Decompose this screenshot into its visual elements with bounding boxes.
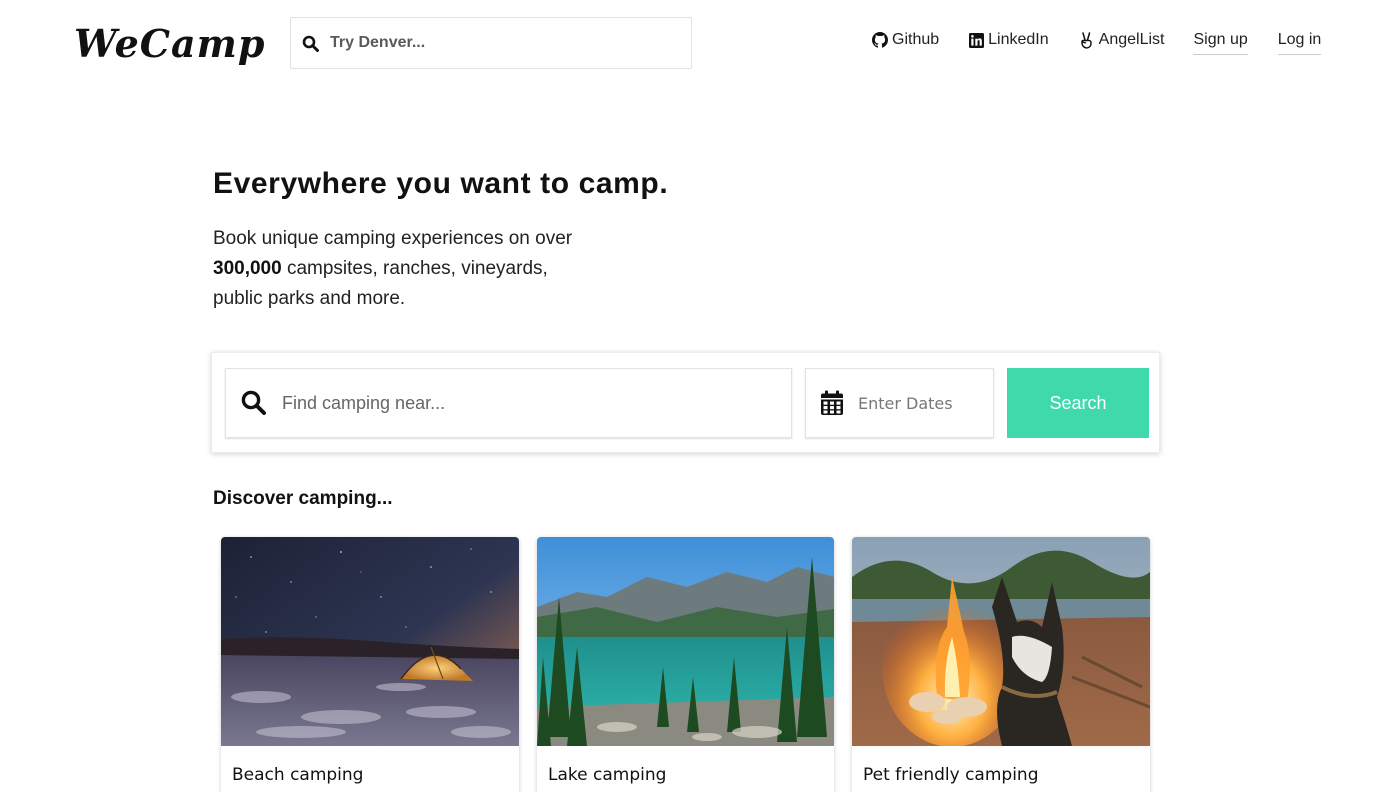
- location-search-input[interactable]: [282, 392, 762, 414]
- pet-friendly-camping-image: [852, 537, 1150, 746]
- hero-subtitle-line1: Book unique camping experiences on over: [213, 228, 573, 249]
- beach-camping-image: [221, 537, 519, 746]
- log-in-link[interactable]: Log in: [1277, 30, 1322, 55]
- top-nav: Github LinkedIn AngelList Sign up Log in: [872, 30, 1322, 55]
- hero-title: Everywhere you want to camp.: [213, 167, 669, 200]
- header-search-input[interactable]: [330, 34, 660, 52]
- hero-subtitle-line2: campsites, ranches, vineyards,: [281, 258, 548, 279]
- discover-title: Discover camping...: [213, 488, 393, 509]
- header-search[interactable]: [290, 17, 692, 69]
- location-search-box[interactable]: [225, 368, 792, 438]
- linkedin-icon: [968, 32, 984, 48]
- nav-angellist-link[interactable]: AngelList: [1079, 30, 1165, 50]
- card-label: Lake camping: [548, 765, 667, 785]
- search-icon: [302, 34, 320, 52]
- card-beach-camping[interactable]: Beach camping: [221, 537, 519, 792]
- hero-subtitle-line3: public parks and more.: [213, 288, 406, 309]
- dates-placeholder: Enter Dates: [858, 393, 953, 413]
- nav-github-label: Github: [892, 31, 940, 48]
- sign-up-link[interactable]: Sign up: [1193, 30, 1248, 55]
- github-icon: [872, 32, 888, 48]
- card-label: Beach camping: [232, 765, 364, 785]
- hero-subtitle: Book unique camping experiences on over …: [213, 224, 613, 314]
- search-icon: [240, 389, 268, 417]
- nav-github-link[interactable]: Github: [872, 30, 939, 50]
- nav-linkedin-label: LinkedIn: [988, 31, 1049, 48]
- dates-picker[interactable]: Enter Dates: [805, 368, 994, 438]
- search-button[interactable]: Search: [1007, 368, 1149, 438]
- nav-linkedin-link[interactable]: LinkedIn: [968, 30, 1049, 50]
- nav-angellist-label: AngelList: [1098, 31, 1165, 48]
- logo[interactable]: WeCamp: [74, 22, 265, 66]
- hero-campsite-count: 300,000: [213, 258, 282, 279]
- card-pet-friendly-camping[interactable]: Pet friendly camping: [852, 537, 1150, 792]
- card-label: Pet friendly camping: [863, 765, 1039, 785]
- calendar-icon: [820, 390, 844, 416]
- lake-camping-image: [537, 537, 834, 746]
- search-card: Enter Dates Search: [211, 352, 1160, 453]
- angellist-icon: [1079, 31, 1095, 49]
- card-lake-camping[interactable]: Lake camping: [537, 537, 834, 792]
